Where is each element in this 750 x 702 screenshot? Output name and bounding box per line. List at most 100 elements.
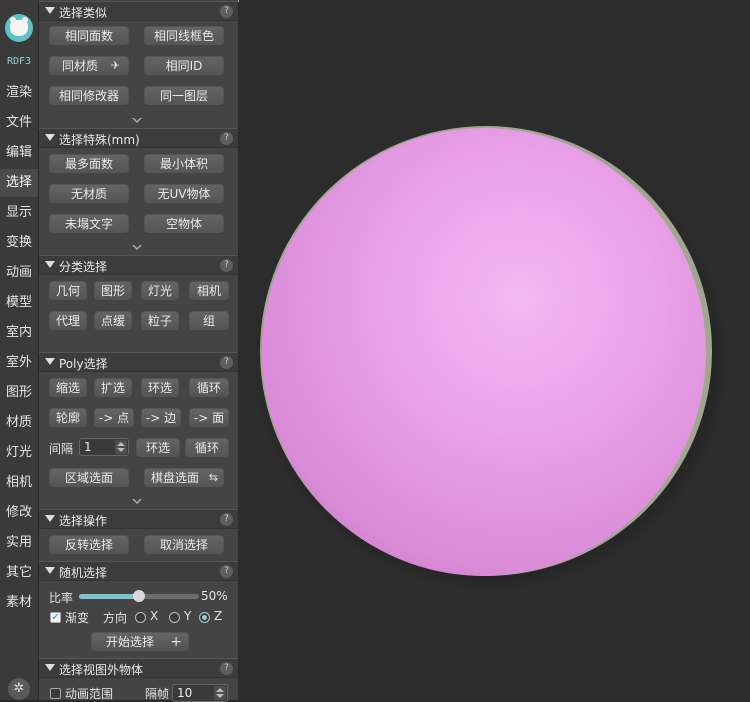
nav-item-interior[interactable]: 室内	[0, 319, 38, 347]
section-header-poly-select[interactable]: Poly选择 ?	[39, 352, 238, 372]
interval-ring-button[interactable]: 环选	[136, 438, 180, 457]
smallest-volume-button[interactable]: 最小体积	[144, 154, 224, 173]
nav-item-modify[interactable]: 修改	[0, 499, 38, 527]
interval-spinner[interactable]: 1	[79, 438, 129, 456]
section-header-select-similar[interactable]: 选择类似 ?	[39, 1, 238, 21]
section-header-category-select[interactable]: 分类选择 ?	[39, 255, 238, 275]
same-material-button[interactable]: 同材质 ✈	[49, 56, 129, 75]
expand-chevron-icon[interactable]	[132, 117, 142, 123]
viewport-canvas	[239, 0, 750, 700]
gradient-checkbox[interactable]: ✓	[50, 612, 61, 623]
expand-chevron-icon[interactable]	[132, 498, 142, 504]
deselect-button[interactable]: 取消选择	[144, 535, 224, 554]
outline-button[interactable]: 轮廓	[49, 408, 87, 427]
bear-logo-icon[interactable]	[5, 14, 33, 42]
nav-item-assets[interactable]: 素材	[0, 589, 38, 617]
ring-select-button[interactable]: 环选	[141, 378, 179, 397]
section-header-select-ops[interactable]: 选择操作 ?	[39, 509, 238, 529]
sphere-object[interactable]	[262, 128, 706, 576]
anim-range-checkbox[interactable]	[50, 688, 61, 699]
axis-z-radio[interactable]	[199, 612, 210, 623]
uncollapsed-text-button[interactable]: 未塌文字	[49, 214, 129, 233]
same-face-count-button[interactable]: 相同面数	[49, 26, 129, 45]
nav-item-material[interactable]: 材质	[0, 409, 38, 437]
grow-select-button[interactable]: 扩选	[94, 378, 132, 397]
same-wire-color-button[interactable]: 相同线框色	[144, 26, 224, 45]
nav-item-animation[interactable]: 动画	[0, 259, 38, 287]
ratio-label: 比率	[49, 591, 74, 605]
category-nav: RDF3 渲染 文件 编辑 选择 显示 变换 动画 模型 室内 室外 图形 材质…	[0, 0, 39, 700]
point-cache-button[interactable]: 点缓	[94, 311, 132, 330]
3d-viewport[interactable]	[239, 0, 750, 700]
section-header-random-select[interactable]: 随机选择 ?	[39, 561, 238, 581]
section-title: 选择操作	[59, 514, 108, 528]
group-button[interactable]: 组	[189, 311, 229, 330]
nav-item-model[interactable]: 模型	[0, 289, 38, 317]
same-id-button[interactable]: 相同ID	[144, 56, 224, 75]
frame-step-value: 10	[177, 686, 193, 700]
most-faces-button[interactable]: 最多面数	[49, 154, 129, 173]
proxy-button[interactable]: 代理	[49, 311, 87, 330]
nav-item-file[interactable]: 文件	[0, 109, 38, 137]
nav-item-light[interactable]: 灯光	[0, 439, 38, 467]
direction-label: 方向	[103, 611, 128, 625]
nav-item-other[interactable]: 其它	[0, 559, 38, 587]
no-uv-object-button[interactable]: 无UV物体	[144, 184, 224, 203]
ratio-slider-knob[interactable]	[133, 590, 145, 602]
nav-item-display[interactable]: 显示	[0, 199, 38, 227]
section-title: 随机选择	[59, 566, 108, 580]
section-header-select-special[interactable]: 选择特殊(mm) ?	[39, 128, 238, 148]
help-icon[interactable]: ?	[220, 356, 233, 369]
frame-step-spinner[interactable]: 10	[172, 684, 228, 702]
nav-item-edit[interactable]: 编辑	[0, 139, 38, 167]
empty-object-button[interactable]: 空物体	[144, 214, 224, 233]
loop-select-button[interactable]: 循环	[189, 378, 229, 397]
nav-item-render[interactable]: 渲染	[0, 79, 38, 107]
nav-brand: RDF3	[6, 56, 32, 67]
region-select-face-button[interactable]: 区域选面	[49, 468, 129, 487]
help-icon[interactable]: ?	[220, 662, 233, 675]
help-icon[interactable]: ?	[220, 513, 233, 526]
section-title: 选择视图外物体	[59, 663, 144, 677]
checker-select-face-button[interactable]: 棋盘选面 ⇆	[144, 468, 224, 487]
nav-item-utility[interactable]: 实用	[0, 529, 38, 557]
collapse-triangle-icon	[45, 261, 55, 268]
axis-x-radio[interactable]	[135, 612, 146, 623]
help-icon[interactable]: ?	[220, 132, 233, 145]
settings-gear-icon[interactable]: ✲	[8, 678, 30, 700]
nav-item-shape[interactable]: 图形	[0, 379, 38, 407]
invert-selection-button[interactable]: 反转选择	[49, 535, 129, 554]
nav-item-select[interactable]: 选择	[0, 169, 38, 197]
section-title: Poly选择	[59, 357, 108, 371]
section-title: 分类选择	[59, 260, 108, 274]
start-select-button[interactable]: 开始选择 +	[91, 632, 189, 651]
to-face-button[interactable]: -> 面	[189, 408, 229, 427]
camera-button[interactable]: 相机	[189, 281, 229, 300]
help-icon[interactable]: ?	[220, 5, 233, 18]
same-layer-button[interactable]: 同一图层	[144, 86, 224, 105]
help-icon[interactable]: ?	[220, 259, 233, 272]
same-modifier-button[interactable]: 相同修改器	[49, 86, 129, 105]
section-header-outside-view[interactable]: 选择视图外物体 ?	[39, 658, 238, 678]
interval-loop-button[interactable]: 循环	[185, 438, 229, 457]
light-button[interactable]: 灯光	[141, 281, 179, 300]
ratio-slider[interactable]	[79, 590, 199, 602]
particle-button[interactable]: 粒子	[141, 311, 179, 330]
axis-y-radio[interactable]	[169, 612, 180, 623]
to-vertex-button[interactable]: -> 点	[94, 408, 134, 427]
nav-item-exterior[interactable]: 室外	[0, 349, 38, 377]
nav-item-camera[interactable]: 相机	[0, 469, 38, 497]
expand-chevron-icon[interactable]	[132, 244, 142, 250]
ratio-slider-fill	[79, 594, 139, 599]
spinner-arrows-icon[interactable]	[115, 440, 127, 454]
shrink-select-button[interactable]: 缩选	[49, 378, 87, 397]
nav-item-transform[interactable]: 变换	[0, 229, 38, 257]
collapse-triangle-icon	[45, 515, 55, 522]
help-icon[interactable]: ?	[220, 565, 233, 578]
section-title: 选择类似	[59, 6, 108, 20]
no-material-button[interactable]: 无材质	[49, 184, 129, 203]
to-edge-button[interactable]: -> 边	[141, 408, 181, 427]
spinner-arrows-icon[interactable]	[214, 686, 226, 700]
geometry-button[interactable]: 几何	[49, 281, 87, 300]
shape-button[interactable]: 图形	[94, 281, 132, 300]
